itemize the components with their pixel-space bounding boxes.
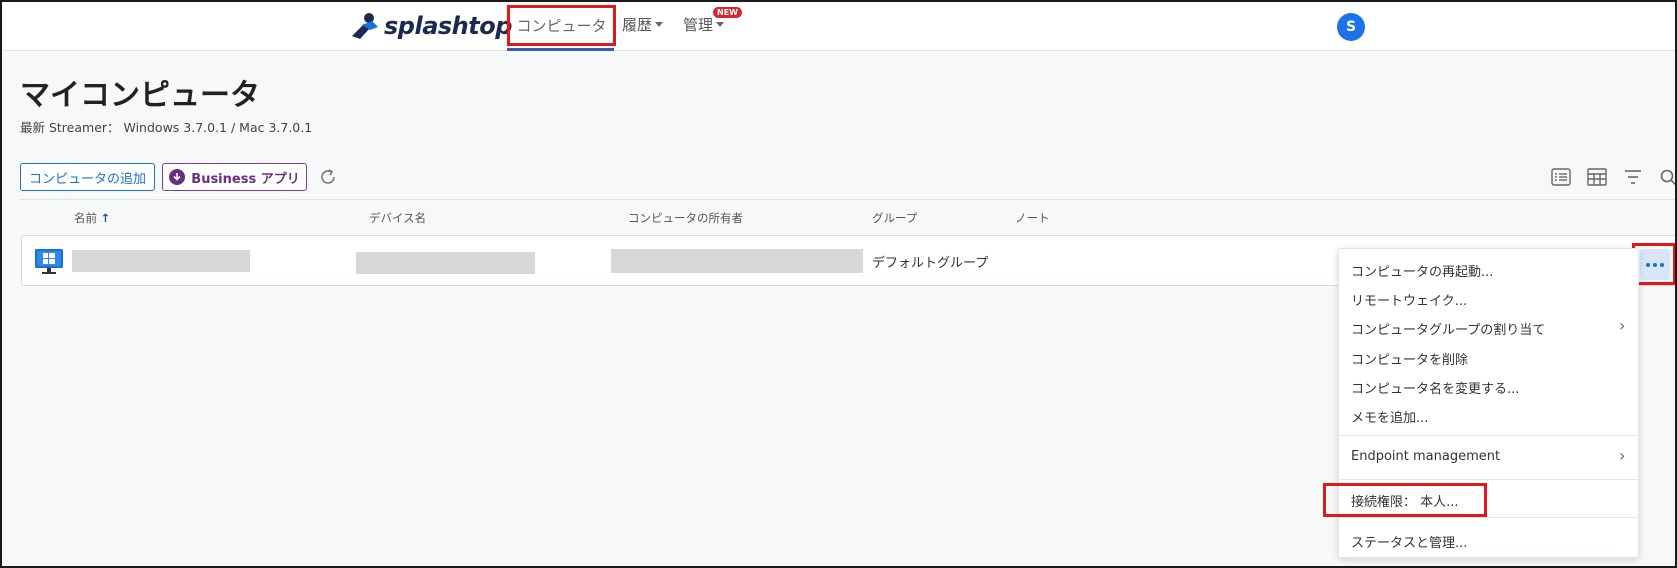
highlight-box	[1323, 483, 1487, 517]
redacted-computer-name	[72, 250, 250, 272]
chevron-right-icon: ›	[1619, 316, 1626, 335]
menu-item-remote-wake[interactable]: リモートウェイク...	[1351, 290, 1467, 309]
nav-tab-history-label: 履歴	[622, 16, 653, 34]
column-header-device[interactable]: デバイス名	[369, 210, 426, 226]
redacted-device-name	[356, 252, 535, 274]
column-header-group[interactable]: グループ	[872, 210, 917, 226]
top-nav: splashtop コンピュータ 履歴 管理 NEW S	[2, 2, 1675, 51]
menu-item-delete[interactable]: コンピュータを削除	[1351, 349, 1468, 368]
chevron-right-icon: ›	[1619, 446, 1626, 465]
add-computer-button[interactable]: コンピュータの追加	[20, 163, 155, 191]
filter-icon[interactable]	[1623, 168, 1643, 186]
nav-tab-history[interactable]: 履歴	[622, 14, 664, 35]
splashtop-logo[interactable]: splashtop	[348, 9, 512, 43]
menu-item-restart[interactable]: コンピュータの再起動...	[1351, 261, 1493, 280]
refresh-icon[interactable]	[318, 167, 338, 187]
business-app-label: Business アプリ	[191, 171, 300, 187]
logo-text: splashtop	[384, 12, 512, 40]
group-cell: デフォルトグループ	[872, 256, 989, 271]
app-window: splashtop コンピュータ 履歴 管理 NEW S マイコンピュータ 最新…	[0, 0, 1677, 568]
active-tab-indicator	[507, 48, 614, 51]
list-view-icon[interactable]	[1551, 168, 1571, 186]
menu-item-status-management[interactable]: ステータスと管理...	[1351, 532, 1467, 551]
menu-divider	[1339, 435, 1638, 436]
redacted-owner	[611, 249, 863, 273]
chevron-down-icon	[655, 22, 664, 27]
add-computer-label: コンピュータの追加	[28, 171, 146, 187]
more-options-icon	[1640, 249, 1670, 280]
menu-divider	[1339, 479, 1638, 480]
page-title: マイコンピュータ	[20, 78, 260, 113]
avatar-initial: S	[1345, 19, 1357, 35]
business-app-button[interactable]: Business アプリ	[162, 163, 307, 191]
sort-ascending-icon: ↑	[100, 211, 111, 225]
column-header-owner[interactable]: コンピュータの所有者	[628, 210, 743, 226]
menu-item-assign-group[interactable]: コンピュータグループの割り当て	[1351, 319, 1545, 338]
column-header-name[interactable]: 名前 ↑	[74, 210, 110, 226]
table-view-icon[interactable]	[1587, 168, 1607, 186]
menu-item-add-note[interactable]: メモを追加...	[1351, 407, 1428, 426]
table-divider	[20, 199, 1675, 200]
column-header-name-label: 名前	[74, 211, 97, 225]
nav-tab-computers-label: コンピュータ	[516, 17, 607, 35]
nav-tab-computers[interactable]: コンピュータ	[507, 5, 616, 46]
streamer-version: 最新 Streamer： Windows 3.7.0.1 / Mac 3.7.0…	[20, 120, 313, 135]
menu-divider	[1339, 517, 1638, 518]
nav-tab-manage-label: 管理	[683, 16, 714, 34]
new-badge: NEW	[713, 7, 742, 18]
splashtop-logo-icon	[352, 13, 378, 39]
windows-computer-icon	[35, 249, 63, 274]
menu-item-endpoint-management[interactable]: Endpoint management	[1351, 449, 1500, 464]
menu-item-rename[interactable]: コンピュータ名を変更する...	[1351, 378, 1519, 397]
download-icon	[169, 169, 186, 185]
user-avatar[interactable]: S	[1337, 13, 1365, 41]
column-header-note[interactable]: ノート	[1015, 210, 1050, 226]
search-icon[interactable]	[1659, 168, 1677, 186]
chevron-down-icon	[716, 22, 725, 27]
